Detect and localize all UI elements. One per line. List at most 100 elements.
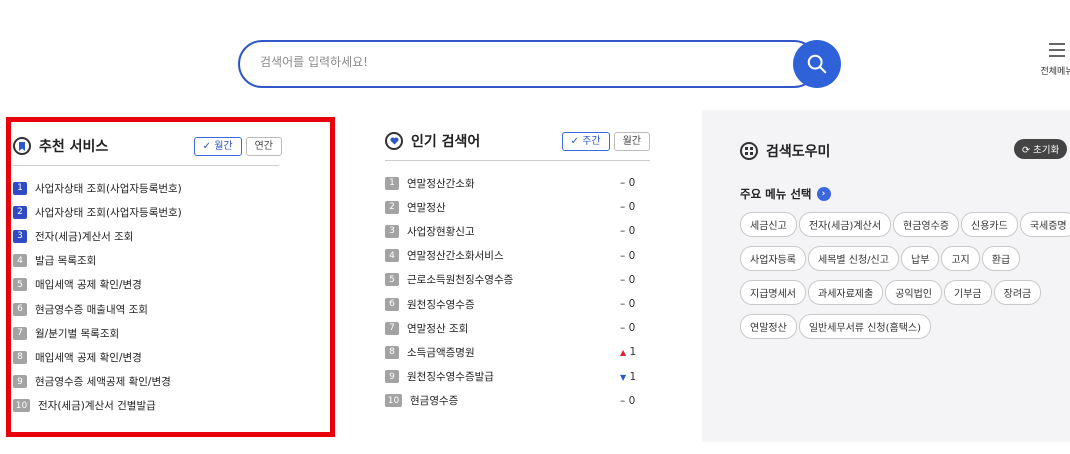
- rank-badge: 7: [385, 321, 399, 335]
- search-helper-panel: 검색도우미 주요 메뉴 선택 › 세금신고 전자(세금)계산서 현금영수증 신용카드 국…: [702, 110, 1070, 442]
- rank-change: – 0: [620, 395, 650, 407]
- search-button[interactable]: [793, 40, 841, 88]
- rank-badge: 8: [385, 345, 399, 359]
- recommend-item-label: 전자(세금)계산서 건별발급: [38, 400, 156, 413]
- recommend-item[interactable]: 3 전자(세금)계산서 조회: [13, 224, 279, 248]
- recommend-item[interactable]: 2 사업자상태 조회(사업자등록번호): [13, 200, 279, 224]
- toggle-label: 월간: [214, 140, 233, 152]
- rank-badge: 7: [13, 326, 27, 340]
- popular-item[interactable]: 10 현금영수증 – 0: [385, 389, 650, 413]
- popular-item[interactable]: 1 연말정산간소화 – 0: [385, 171, 650, 195]
- menu-chip[interactable]: 공익법인: [885, 280, 943, 305]
- main-menu-select[interactable]: 주요 메뉴 선택 ›: [740, 186, 1070, 202]
- recommend-item[interactable]: 8 매입세액 공제 확인/변경: [13, 345, 279, 369]
- recommend-item[interactable]: 4 발급 목록조회: [13, 249, 279, 273]
- recommend-item[interactable]: 10 전자(세금)계산서 건별발급: [13, 394, 279, 418]
- menu-chip[interactable]: 기부금: [944, 280, 992, 305]
- rank-badge: 2: [385, 200, 399, 214]
- dash-icon: –: [620, 177, 626, 190]
- popular-list: 1 연말정산간소화 – 0 2 연말정산 – 0 3 사업장현황신고 – 0 4 연말정산간소화서비…: [385, 171, 650, 413]
- change-value: 0: [628, 273, 636, 286]
- recommend-item[interactable]: 9 현금영수증 세액공제 확인/변경: [13, 370, 279, 394]
- helper-title: 검색도우미: [766, 144, 831, 160]
- popular-item-label: 현금영수증: [410, 395, 459, 408]
- recommend-toggle-yearly[interactable]: 연간: [245, 136, 282, 156]
- popular-item[interactable]: 8 소득금액증명원 ▲ 1: [385, 340, 650, 364]
- search-bar: [238, 40, 841, 88]
- menu-chip[interactable]: 장려금: [993, 280, 1042, 305]
- recommend-item[interactable]: 6 현금영수증 매출내역 조회: [13, 297, 279, 321]
- change-value: 0: [628, 298, 636, 311]
- menu-chip[interactable]: 전자(세금)계산서: [798, 212, 892, 237]
- popular-item[interactable]: 5 근로소득원천징수영수증 – 0: [385, 268, 650, 292]
- menu-chip[interactable]: 납부: [900, 246, 940, 271]
- refresh-icon: ⟳: [1022, 145, 1030, 156]
- popular-item-label: 연말정산간소화: [407, 177, 475, 190]
- popular-item[interactable]: 9 원천징수영수증발급 ▼ 1: [385, 365, 650, 389]
- down-arrow-icon: ▼: [620, 372, 627, 382]
- popular-item[interactable]: 7 연말정산 조회 – 0: [385, 316, 650, 340]
- reset-button[interactable]: ⟳ 초기화: [1014, 139, 1068, 159]
- recommend-item-label: 매입세액 공제 확인/변경: [35, 351, 142, 364]
- rank-badge: 4: [13, 254, 27, 268]
- rank-change: – 0: [620, 201, 650, 213]
- toggle-label: 월간: [622, 135, 641, 147]
- popular-toggle-weekly[interactable]: ✓ 주간: [561, 131, 610, 151]
- recommend-item-label: 월/분기별 목록조회: [35, 327, 120, 340]
- menu-chip[interactable]: 사업자등록: [740, 246, 806, 271]
- rank-badge: 6: [13, 302, 27, 316]
- menu-chip[interactable]: 연말정산: [740, 314, 797, 339]
- rank-badge: 9: [385, 370, 399, 384]
- popular-header: 인기 검색어 ✓ 주간 월간: [385, 126, 650, 156]
- menu-chip[interactable]: 세금신고: [740, 212, 797, 237]
- popular-item-label: 원천징수영수증발급: [407, 371, 494, 384]
- popular-item[interactable]: 3 사업장현황신고 – 0: [385, 219, 650, 243]
- search-icon: [807, 54, 827, 74]
- heart-icon: [385, 132, 403, 150]
- grid-icon: [740, 142, 758, 160]
- up-arrow-icon: ▲: [620, 348, 627, 358]
- dash-icon: –: [620, 298, 626, 311]
- menu-chip[interactable]: 과세자료제출: [808, 280, 884, 305]
- popular-item[interactable]: 2 연말정산 – 0: [385, 195, 650, 219]
- popular-toggle-monthly[interactable]: 월간: [613, 131, 650, 151]
- change-value: 0: [628, 249, 636, 262]
- recommend-item-label: 전자(세금)계산서 조회: [35, 230, 134, 243]
- menu-chip[interactable]: 신용카드: [961, 212, 1018, 237]
- all-menu-label: 전체메뉴: [1040, 67, 1070, 77]
- rank-change: – 0: [620, 177, 650, 189]
- menu-chip[interactable]: 현금영수증: [893, 212, 960, 237]
- all-menu-button[interactable]: 전체메뉴: [1032, 42, 1070, 77]
- recommend-header: 추천 서비스 ✓ 월간 연간: [13, 131, 282, 161]
- popular-item[interactable]: 6 원천징수영수증 – 0: [385, 292, 650, 316]
- hamburger-icon: [1049, 43, 1065, 57]
- change-value: 1: [629, 370, 637, 383]
- menu-chip[interactable]: 지급명세서: [740, 280, 806, 305]
- popular-item-label: 연말정산: [407, 201, 446, 214]
- rank-change: – 0: [620, 322, 650, 334]
- popular-item[interactable]: 4 연말정산간소화서비스 – 0: [385, 244, 650, 268]
- search-input[interactable]: [260, 55, 780, 69]
- recommend-list: 1 사업자상태 조회(사업자등록번호) 2 사업자상태 조회(사업자등록번호) 3 전자(…: [13, 176, 279, 418]
- rank-change: ▲ 1: [620, 346, 650, 358]
- popular-title: 인기 검색어: [411, 134, 481, 150]
- menu-chip[interactable]: 고지: [941, 246, 980, 271]
- menu-chip[interactable]: 국세증명: [1019, 212, 1070, 237]
- rank-badge: 5: [385, 273, 399, 287]
- rank-badge: 8: [13, 350, 27, 364]
- recommend-item[interactable]: 5 매입세액 공제 확인/변경: [13, 273, 279, 297]
- recommend-toggle-monthly[interactable]: ✓ 월간: [193, 136, 242, 156]
- recommend-item[interactable]: 7 월/분기별 목록조회: [13, 321, 279, 345]
- rank-change: – 0: [620, 274, 650, 286]
- change-value: 0: [628, 322, 636, 335]
- recommend-item-label: 사업자상태 조회(사업자등록번호): [35, 206, 182, 219]
- popular-item-label: 근로소득원천징수영수증: [407, 274, 514, 287]
- menu-chip[interactable]: 세목별 신청/신고: [808, 246, 899, 271]
- rank-badge: 9: [13, 375, 27, 389]
- toggle-label: 연간: [254, 140, 273, 152]
- menu-chip[interactable]: 일반세무서류 신청(홈택스): [798, 314, 931, 339]
- recommend-item[interactable]: 1 사업자상태 조회(사업자등록번호): [13, 176, 279, 200]
- menu-chip[interactable]: 환급: [981, 246, 1021, 271]
- popular-keywords-panel: 인기 검색어 ✓ 주간 월간 1 연말정산간소화 – 0 2 연말정산 – 0 3 사업장현황…: [385, 116, 650, 413]
- toggle-label: 주간: [582, 135, 601, 147]
